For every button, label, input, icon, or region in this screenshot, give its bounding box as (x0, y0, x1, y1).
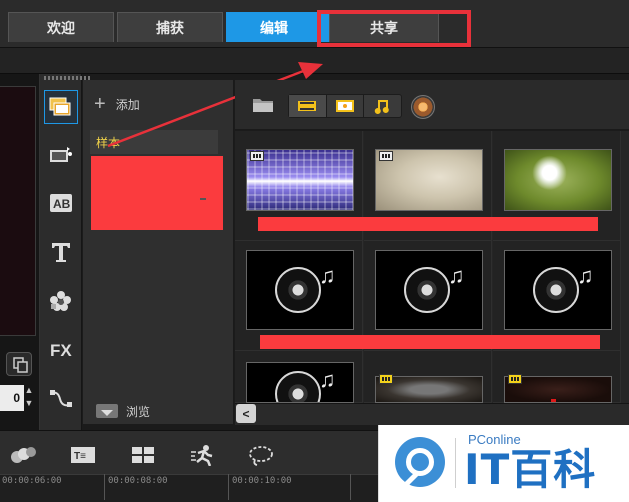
grid-scrollbar (235, 403, 629, 425)
speaker-icon (275, 371, 321, 402)
import-folder-button[interactable] (252, 95, 274, 113)
watermark-divider (455, 438, 456, 488)
track-manager-button[interactable] (8, 444, 38, 466)
grid-icon (132, 447, 154, 463)
redacted-bar (258, 217, 598, 231)
filter-icon (419, 103, 427, 111)
motion-tracking-button[interactable] (188, 444, 218, 466)
ruler-tick-label: 00:00:10:00 (232, 476, 292, 486)
music-note-icon: ♫ (448, 263, 465, 288)
audio-thumbnail[interactable]: ♫ (246, 250, 354, 330)
track-icon (11, 447, 36, 463)
ruler-tick (104, 474, 105, 500)
photo-badge-icon (379, 374, 393, 384)
music-note-icon: ♫ (319, 367, 336, 392)
show-audio-button[interactable] (364, 95, 401, 117)
audio-thumbnail[interactable]: ♫ (504, 250, 612, 330)
ruler-tick-label: 00:00:08:00 (108, 476, 168, 486)
audio-thumbnail[interactable]: ♫ (375, 250, 483, 330)
film-icon (298, 101, 317, 111)
magnifier-ring (406, 448, 434, 476)
folder-icon (253, 99, 273, 112)
subtitle-button[interactable]: T≡ (68, 444, 98, 466)
redacted-bar (260, 335, 600, 349)
ruler-tick (350, 474, 351, 500)
music-note-icon: ♫ (577, 263, 594, 288)
lasso-icon (249, 446, 273, 466)
filter-effect-button[interactable] (411, 95, 435, 119)
speaker-icon (404, 267, 450, 313)
show-photo-button[interactable] (327, 95, 365, 117)
chevron-left-icon: < (242, 406, 250, 421)
scroll-left-button[interactable]: < (236, 404, 256, 423)
photo-thumbnail[interactable] (504, 149, 612, 211)
video-badge-icon (250, 151, 264, 161)
music-note-icon: ♫ (319, 263, 336, 288)
svg-text:T≡: T≡ (74, 451, 86, 462)
running-man-icon (191, 445, 213, 466)
media-filter-group (288, 94, 402, 118)
photo-badge-icon (508, 374, 522, 384)
storyboard-button[interactable] (128, 444, 158, 466)
video-badge-icon (379, 151, 393, 161)
ruler-tick-label: 00:00:06:00 (2, 476, 62, 486)
subtitle-icon: T≡ (71, 447, 95, 463)
ruler-tick (228, 474, 229, 500)
music-note-icon (374, 100, 389, 114)
mask-button[interactable] (246, 444, 276, 466)
speaker-icon (275, 267, 321, 313)
watermark-title: IT百科 (464, 445, 597, 494)
speaker-icon (533, 267, 579, 313)
show-video-button[interactable] (289, 95, 327, 117)
photo-icon (336, 100, 354, 112)
audio-thumbnail[interactable]: ♫ (246, 362, 354, 403)
